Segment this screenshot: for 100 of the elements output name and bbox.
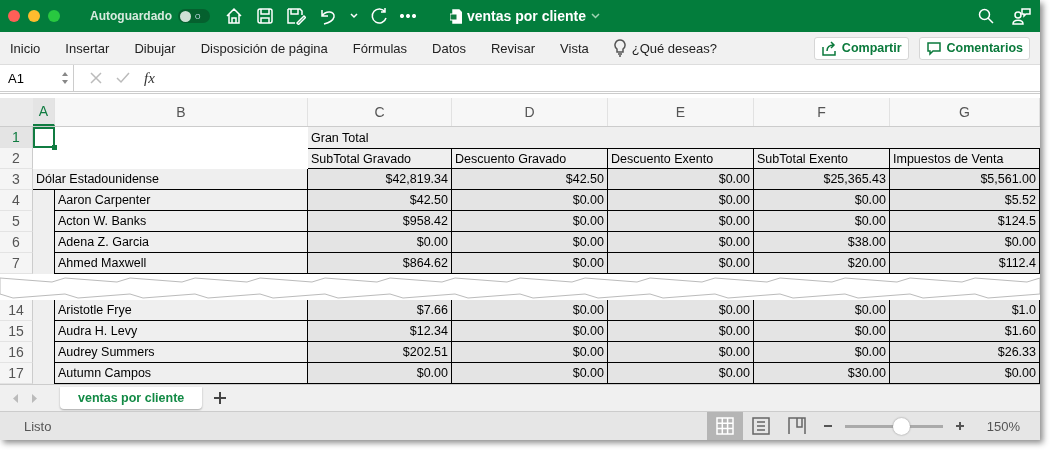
table-cell: $0.00 <box>452 253 608 274</box>
ribbon-tab[interactable]: Inicio <box>10 40 41 56</box>
column-header[interactable]: E <box>608 98 754 126</box>
zoom-button[interactable] <box>48 10 60 22</box>
ribbon-tab[interactable]: Datos <box>432 40 466 56</box>
row-header[interactable]: 14 <box>0 300 33 321</box>
ribbon-tab[interactable]: Vista <box>560 40 589 56</box>
row-header[interactable]: 6 <box>0 232 33 253</box>
function-button[interactable]: fx <box>144 69 155 87</box>
ribbon-tab[interactable]: Disposición de página <box>200 40 328 56</box>
column-heading: Descuento Gravado <box>452 148 608 169</box>
tell-me-field[interactable]: ¿Qué deseas? <box>631 40 717 56</box>
spreadsheet-file-icon <box>450 8 462 24</box>
table-cell: $0.00 <box>452 363 608 384</box>
table-cell: $0.00 <box>608 321 754 342</box>
table-cell: Acton W. Banks <box>55 211 308 232</box>
search-icon[interactable] <box>978 8 994 24</box>
save-edit-icon[interactable] <box>286 7 306 25</box>
view-button[interactable] <box>706 412 743 440</box>
grid-view-icon <box>715 417 734 435</box>
table-cell: $0.00 <box>754 321 890 342</box>
table-cell: Audrey Summers <box>55 342 308 363</box>
save-icon[interactable] <box>256 7 274 25</box>
close-button[interactable] <box>8 10 20 22</box>
table-cell: $1.60 <box>890 321 1040 342</box>
zoom-in-icon[interactable] <box>954 421 965 431</box>
comments-button[interactable]: Comentarios <box>918 36 1030 60</box>
table-cell: $0.00 <box>608 342 754 363</box>
table-cell: Aaron Carpenter <box>55 190 308 211</box>
sheet-tab[interactable]: ventas por cliente <box>60 387 203 409</box>
column-header[interactable]: A <box>33 98 55 126</box>
home-icon[interactable] <box>224 6 244 26</box>
row-header[interactable]: 17 <box>0 363 33 384</box>
column-header[interactable]: G <box>890 98 1040 126</box>
cancel-icon[interactable] <box>90 72 102 84</box>
table-cell: $864.62 <box>308 253 452 274</box>
table-cell: Aristotle Frye <box>55 300 308 321</box>
table-cell <box>33 253 55 274</box>
name-box[interactable]: A1 <box>0 65 74 91</box>
table-cell: $1.0 <box>890 300 1040 321</box>
row-header[interactable]: 1 <box>0 127 33 148</box>
row-header[interactable]: 16 <box>0 342 33 363</box>
caret-icon[interactable] <box>591 13 601 19</box>
table-cell: $958.42 <box>308 211 452 232</box>
row-header[interactable]: 15 <box>0 321 33 342</box>
comment-icon <box>925 40 942 56</box>
column-heading: SubTotal Exento <box>754 148 890 169</box>
more-icon[interactable] <box>400 14 416 18</box>
table-cell: $0.00 <box>608 300 754 321</box>
row-header[interactable]: 3 <box>0 169 33 190</box>
table-cell: $25,365.43 <box>754 169 890 190</box>
table-cell: $0.00 <box>608 363 754 384</box>
slider-thumb[interactable] <box>892 417 910 435</box>
row-header[interactable]: 5 <box>0 211 33 232</box>
table-cell: Audra H. Levy <box>55 321 308 342</box>
table-cell: $5,561.00 <box>890 169 1040 190</box>
ribbon-tab[interactable]: Dibujar <box>134 40 176 56</box>
ribbon-tab[interactable]: Fórmulas <box>352 40 407 56</box>
table-cell: $0.00 <box>452 300 608 321</box>
column-header[interactable]: B <box>55 98 308 126</box>
table-cell: $0.00 <box>308 363 452 384</box>
ribbon-tab[interactable]: Insertar <box>65 40 110 56</box>
autosave-label: Autoguardado <box>90 9 172 23</box>
table-cell <box>33 300 55 321</box>
table-cell: Ahmed Maxwell <box>55 253 308 274</box>
page-break-icon <box>787 417 806 435</box>
table-cell: $42,819.34 <box>308 169 452 190</box>
stepper-icon[interactable] <box>61 71 69 85</box>
table-cell: $0.00 <box>754 342 890 363</box>
table-cell: $0.00 <box>452 211 608 232</box>
check-icon[interactable] <box>116 72 130 84</box>
share-button[interactable]: Compartir <box>813 36 909 60</box>
zoom-level: 150% <box>986 418 1020 434</box>
lightbulb-icon <box>613 39 626 57</box>
status-text: Listo <box>24 418 52 434</box>
row-header[interactable]: 7 <box>0 253 33 274</box>
column-header[interactable]: C <box>308 98 452 126</box>
table-cell: $0.00 <box>754 300 890 321</box>
table-cell: $26.33 <box>890 342 1040 363</box>
table-cell: $38.00 <box>754 232 890 253</box>
table-cell: $0.00 <box>754 190 890 211</box>
table-cell: $0.00 <box>608 190 754 211</box>
minimize-button[interactable] <box>28 10 40 22</box>
table-cell: $0.00 <box>452 190 608 211</box>
people-icon[interactable] <box>1012 7 1032 25</box>
row-header[interactable]: 2 <box>0 148 33 169</box>
table-cell <box>33 190 55 211</box>
column-header[interactable]: D <box>452 98 608 126</box>
share-icon <box>820 40 837 56</box>
table-cell: $5.52 <box>890 190 1040 211</box>
column-heading: SubTotal Gravado <box>308 148 452 169</box>
column-header[interactable]: F <box>754 98 890 126</box>
redo-icon[interactable] <box>370 7 388 25</box>
ribbon-tab[interactable]: Revisar <box>491 40 536 56</box>
table-cell: $112.4 <box>890 253 1040 274</box>
row-header[interactable]: 4 <box>0 190 33 211</box>
window-title: ventas por cliente <box>467 8 587 24</box>
column-heading: Descuento Exento <box>608 148 754 169</box>
table-cell: $124.5 <box>890 211 1040 232</box>
add-sheet-icon[interactable] <box>214 392 227 404</box>
